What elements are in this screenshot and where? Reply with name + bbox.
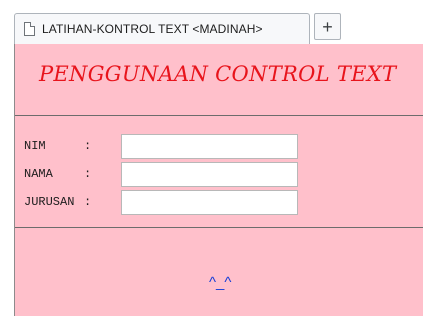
- bottom-divider: [15, 227, 423, 228]
- new-tab-button[interactable]: +: [314, 13, 341, 40]
- form-row-nim: NIM :: [24, 133, 298, 159]
- form-row-nama: NAMA :: [24, 161, 298, 187]
- page-content: PENGGUNAAN CONTROL TEXT NIM : NAMA : JUR…: [14, 44, 423, 316]
- window-left-rail: [0, 44, 14, 316]
- page-icon: [24, 22, 35, 36]
- nim-label: NIM: [24, 139, 46, 153]
- browser-tab[interactable]: LATIHAN-KONTROL TEXT <MADINAH>: [14, 13, 310, 44]
- nama-colon: :: [84, 167, 92, 181]
- tab-title: LATIHAN-KONTROL TEXT <MADINAH>: [42, 22, 263, 36]
- jurusan-colon: :: [84, 195, 92, 209]
- jurusan-input[interactable]: [121, 190, 298, 215]
- jurusan-label: JURUSAN: [24, 195, 75, 209]
- form-row-jurusan: JURUSAN :: [24, 189, 298, 215]
- footer-emoticon: ^_^: [209, 274, 232, 291]
- browser-tab-strip: LATIHAN-KONTROL TEXT <MADINAH> +: [0, 0, 423, 44]
- page-title: PENGGUNAAN CONTROL TEXT: [39, 62, 397, 86]
- nama-input[interactable]: [121, 162, 298, 187]
- nim-input[interactable]: [121, 134, 298, 159]
- nim-colon: :: [84, 139, 92, 153]
- top-divider: [15, 115, 423, 116]
- plus-icon: +: [322, 16, 333, 37]
- nama-label: NAMA: [24, 167, 53, 181]
